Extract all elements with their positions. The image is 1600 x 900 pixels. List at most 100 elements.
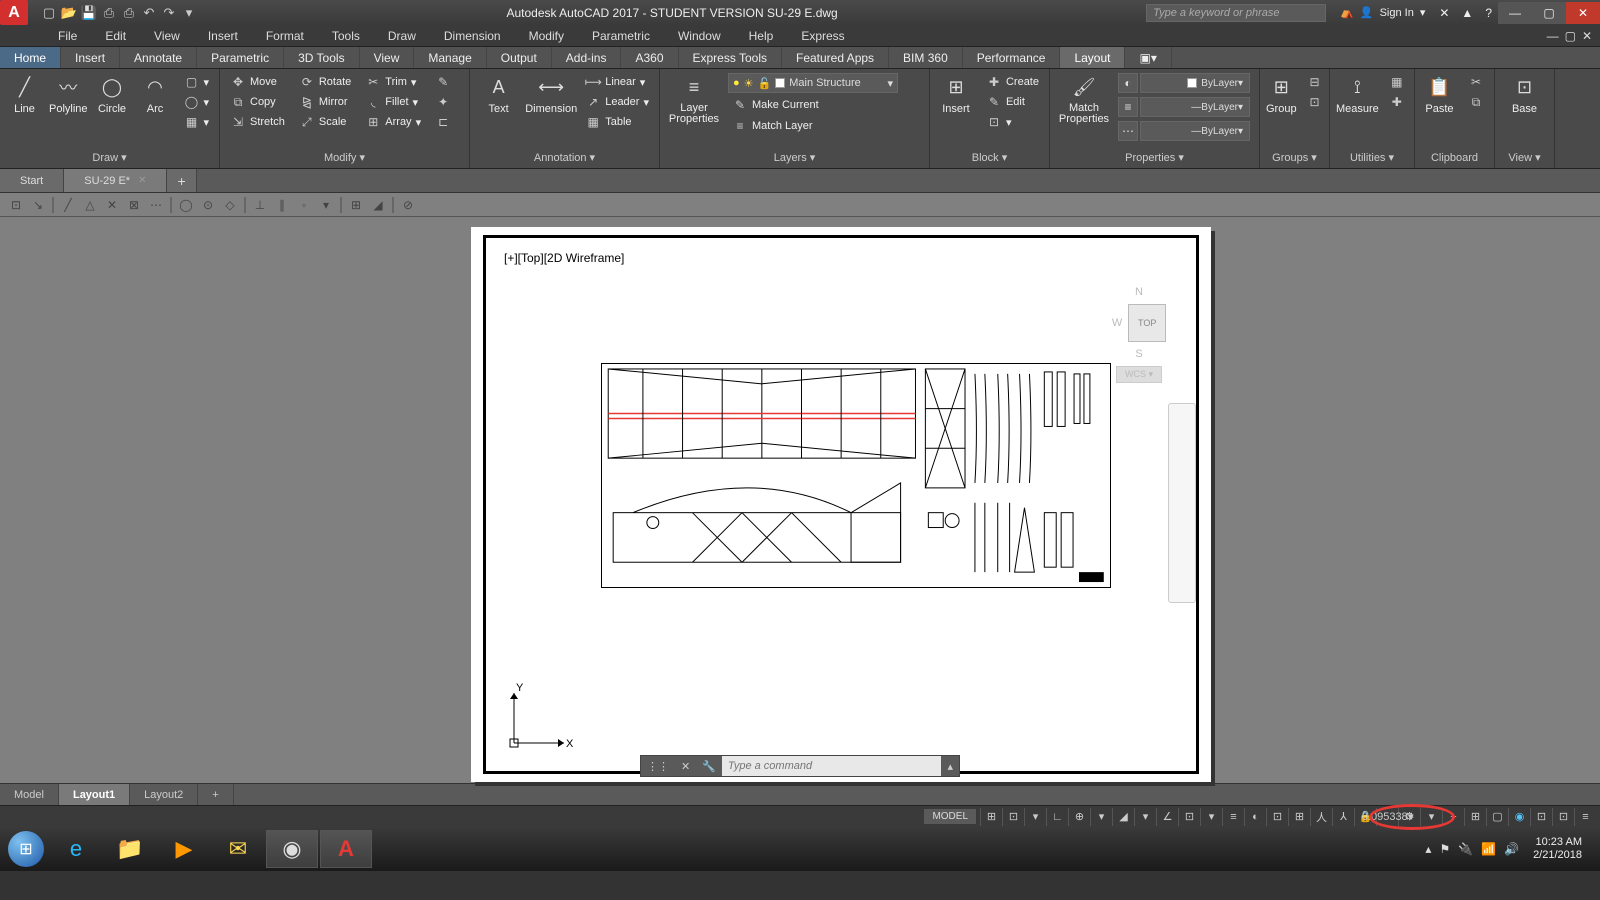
tab-addins[interactable]: Add-ins (552, 47, 622, 68)
osnap-nea-icon[interactable]: ◢ (368, 195, 388, 215)
osnap-end-icon[interactable]: ╱ (58, 195, 78, 215)
cmd-handle-icon[interactable]: ⋮⋮ (641, 760, 675, 773)
taskbar-mail[interactable]: ✉ (212, 830, 264, 868)
otrack-icon[interactable]: ∠ (1156, 808, 1178, 826)
tab-manage[interactable]: Manage (414, 47, 486, 68)
groupedit-button[interactable]: ⊡ (1303, 93, 1327, 111)
panel-groups-title[interactable]: Groups ▾ (1266, 149, 1323, 164)
menu-modify[interactable]: Modify (515, 25, 578, 46)
viewcube[interactable]: N W TOP S WCS ▾ (1112, 286, 1166, 416)
qat-plot-icon[interactable]: ⎙ (120, 4, 138, 22)
iso2-icon[interactable]: ⊡ (1530, 808, 1552, 826)
lweight-button[interactable]: ≡ (1118, 97, 1138, 117)
panel-modify-title[interactable]: Modify ▾ (226, 149, 463, 164)
hatch-button[interactable]: ▦▾ (179, 113, 213, 131)
taskbar-autocad[interactable]: A (320, 830, 372, 868)
close-button[interactable]: ✕ (1566, 2, 1600, 24)
workspace-icon[interactable]: ⊞ (1464, 808, 1486, 826)
text-button[interactable]: AText (476, 73, 521, 115)
doc-close-icon[interactable]: ✕ (1582, 29, 1592, 43)
taskbar-clock[interactable]: 10:23 AM 2/21/2018 (1527, 836, 1588, 862)
panel-block-title[interactable]: Block ▾ (936, 149, 1043, 164)
tray-volume-icon[interactable]: 🔊 (1504, 842, 1519, 856)
linear-button[interactable]: ⟼Linear ▾ (581, 73, 653, 91)
make-current-button[interactable]: ✎Make Current (728, 96, 898, 114)
explode-button[interactable]: ✦ (431, 93, 455, 111)
qp-icon[interactable]: ⊡ (1266, 808, 1288, 826)
clean-icon[interactable]: ⊡ (1552, 808, 1574, 826)
monitor-icon[interactable]: ▢ (1486, 808, 1508, 826)
tab-express[interactable]: Express Tools (679, 47, 782, 68)
navigation-bar[interactable] (1168, 403, 1196, 603)
rotate-button[interactable]: ⟳Rotate (295, 73, 355, 91)
osnap-temp-icon[interactable]: ⊡ (6, 195, 26, 215)
polar-dd-icon[interactable]: ▾ (1090, 808, 1112, 826)
sc-icon[interactable]: ⊞ (1288, 808, 1310, 826)
lineweight-selector[interactable]: — ByLayer ▾ (1140, 97, 1250, 117)
cut-button[interactable]: ✂ (1464, 73, 1488, 91)
osnap-from-icon[interactable]: ↘ (28, 195, 48, 215)
edit-button[interactable]: ✎Edit (982, 93, 1043, 111)
menu-help[interactable]: Help (735, 25, 788, 46)
hw-icon[interactable]: ◉ (1508, 808, 1530, 826)
tab-bim360[interactable]: BIM 360 (889, 47, 963, 68)
menu-edit[interactable]: Edit (91, 25, 140, 46)
arc-button[interactable]: ◠Arc (137, 73, 174, 115)
tab-expand-icon[interactable]: ▣▾ (1125, 47, 1171, 68)
erase-button[interactable]: ✎ (431, 73, 455, 91)
qat-open-icon[interactable]: 📂 (60, 4, 78, 22)
qat-saveas-icon[interactable]: ⎙ (100, 4, 118, 22)
osnap-ext-icon[interactable]: ⋯ (146, 195, 166, 215)
maximize-button[interactable]: ▢ (1532, 2, 1566, 24)
menu-insert[interactable]: Insert (194, 25, 252, 46)
panel-draw-title[interactable]: Draw ▾ (6, 149, 213, 164)
cmd-close-icon[interactable]: ✕ (675, 760, 696, 773)
move-button[interactable]: ✥Move (226, 73, 289, 91)
annot2-icon[interactable]: ⅄ (1332, 808, 1354, 826)
panel-clipboard-title[interactable]: Clipboard (1421, 150, 1488, 164)
menu-view[interactable]: View (140, 25, 194, 46)
dimension-button[interactable]: ⟷Dimension (527, 73, 575, 115)
qat-dropdown-icon[interactable]: ▾ (180, 4, 198, 22)
menu-express[interactable]: Express (787, 25, 858, 46)
color-button[interactable]: ◐ (1118, 73, 1138, 93)
copy-button[interactable]: ⧉Copy (226, 93, 289, 111)
tray-network-icon[interactable]: 📶 (1481, 842, 1496, 856)
viewcube-wcs[interactable]: WCS ▾ (1116, 366, 1162, 383)
util2-button[interactable]: ✚ (1385, 93, 1409, 111)
tray-power-icon[interactable]: 🔌 (1458, 842, 1473, 856)
snap-icon[interactable]: ⊡ (1002, 808, 1024, 826)
tab-featured[interactable]: Featured Apps (782, 47, 889, 68)
tab-3dtools[interactable]: 3D Tools (284, 47, 359, 68)
group-button[interactable]: ⊞Group (1266, 73, 1297, 115)
osnap-ins-icon[interactable]: ⊞ (346, 195, 366, 215)
table-button[interactable]: ▦Table (581, 113, 653, 131)
taskbar-ie[interactable]: e (50, 830, 102, 868)
osnap-geo-icon[interactable]: ⊙ (198, 195, 218, 215)
util1-button[interactable]: ▦ (1385, 73, 1409, 91)
tab-view[interactable]: View (360, 47, 415, 68)
paste-button[interactable]: 📋Paste (1421, 73, 1458, 115)
menu-draw[interactable]: Draw (374, 25, 430, 46)
menu-tools[interactable]: Tools (318, 25, 374, 46)
tab-a360[interactable]: A360 (621, 47, 678, 68)
ltab-layout1[interactable]: Layout1 (59, 784, 130, 805)
cmd-history-icon[interactable]: ▴ (941, 760, 959, 773)
command-line[interactable]: ⋮⋮ ✕ 🔧 ▴ (640, 755, 960, 777)
panel-layers-title[interactable]: Layers ▾ (666, 149, 923, 164)
layer-selector[interactable]: ● ☀ 🔓 Main Structure ▾ (728, 73, 898, 93)
osnap2-icon[interactable]: ⊡ (1178, 808, 1200, 826)
rect-button[interactable]: ▢▾ (179, 73, 213, 91)
menu-window[interactable]: Window (664, 25, 735, 46)
tab-output[interactable]: Output (487, 47, 552, 68)
model-paper-toggle[interactable]: MODEL (924, 809, 976, 824)
osnap-none-icon[interactable]: ⊘ (398, 195, 418, 215)
taskbar-chrome[interactable]: ◉ (266, 830, 318, 868)
help-icon[interactable]: ? (1479, 6, 1498, 20)
app-logo[interactable]: A (0, 0, 28, 25)
exchange-icon[interactable]: ✕ (1433, 6, 1455, 20)
start-button[interactable]: ⊞ (4, 829, 48, 869)
match-properties-button[interactable]: 🖌Match Properties (1056, 73, 1112, 125)
tab-annotate[interactable]: Annotate (120, 47, 197, 68)
create-button[interactable]: ✚Create (982, 73, 1043, 91)
